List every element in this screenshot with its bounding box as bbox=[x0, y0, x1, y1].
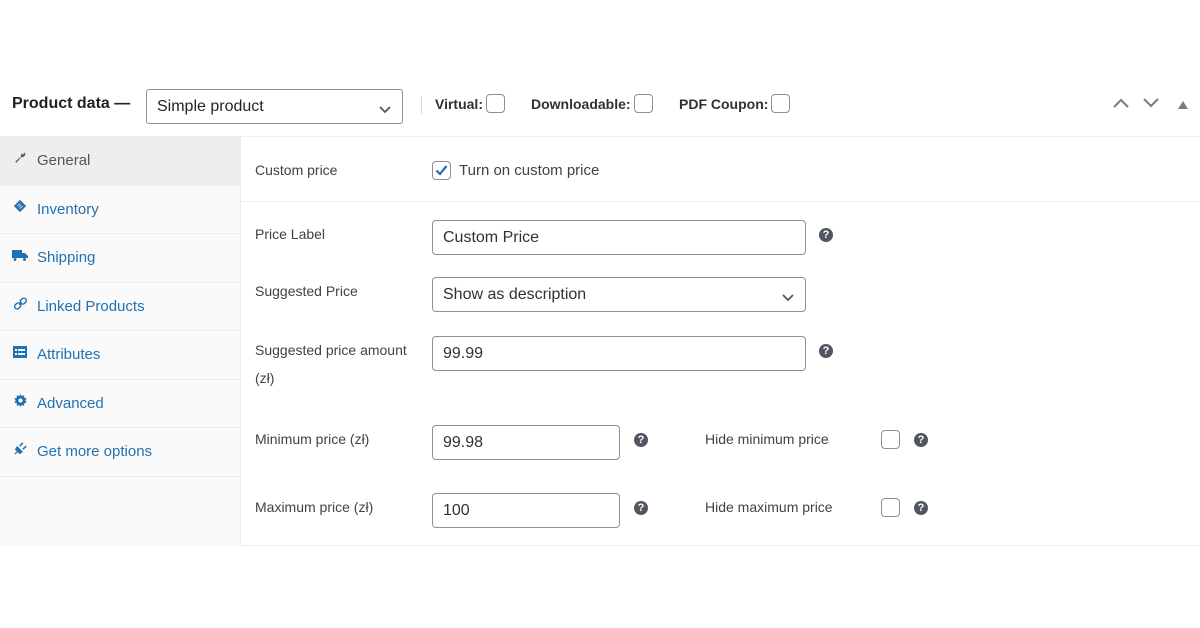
tab-label: General bbox=[37, 152, 91, 170]
panel-controls bbox=[1112, 96, 1188, 114]
truck-icon bbox=[12, 247, 28, 263]
hide-maximum-label: Hide maximum price bbox=[705, 499, 833, 515]
tab-general[interactable]: General bbox=[0, 137, 240, 186]
suggested-price-select[interactable]: Show as description bbox=[432, 277, 806, 312]
suggested-amount-label: Suggested price amount bbox=[255, 342, 407, 358]
custom-price-checkbox-label: Turn on custom price bbox=[459, 162, 600, 179]
tab-get-more-options[interactable]: Get more options bbox=[0, 428, 240, 477]
product-data-header: Product data — Simple product Virtual: D… bbox=[0, 88, 1200, 136]
tab-advanced[interactable]: Advanced bbox=[0, 380, 240, 428]
chevron-down-icon bbox=[378, 101, 392, 119]
virtual-option[interactable]: Virtual: bbox=[435, 94, 505, 113]
virtual-checkbox[interactable] bbox=[485, 94, 505, 113]
tab-attributes[interactable]: Attributes bbox=[0, 331, 240, 380]
suggested-price-value: Show as description bbox=[443, 286, 587, 303]
suggested-amount-input[interactable]: 99.99 bbox=[432, 336, 806, 371]
wrench-icon bbox=[12, 150, 28, 166]
suggested-price-label: Suggested Price bbox=[255, 283, 358, 299]
product-type-select[interactable]: Simple product bbox=[146, 89, 403, 124]
tab-label: Linked Products bbox=[37, 297, 145, 315]
help-icon[interactable]: ? bbox=[634, 433, 648, 447]
chevron-up-icon[interactable] bbox=[1112, 96, 1130, 114]
product-data-panel: General Inventory Shipping Linked Produc… bbox=[0, 136, 1200, 546]
hide-minimum-label: Hide minimum price bbox=[705, 431, 829, 447]
triangle-up-icon[interactable] bbox=[1178, 96, 1188, 114]
pdf-coupon-checkbox[interactable] bbox=[771, 94, 791, 113]
tab-label: Get more options bbox=[37, 443, 153, 461]
price-label-label: Price Label bbox=[255, 226, 326, 242]
chevron-down-icon[interactable] bbox=[1142, 96, 1160, 114]
link-icon bbox=[12, 295, 28, 311]
product-data-tabs: General Inventory Shipping Linked Produc… bbox=[0, 137, 241, 546]
list-icon bbox=[12, 344, 28, 360]
custom-price-checkbox[interactable] bbox=[432, 161, 451, 180]
tab-label: Attributes bbox=[37, 346, 101, 364]
pdf-coupon-option[interactable]: PDF Coupon: bbox=[679, 94, 791, 113]
help-icon[interactable]: ? bbox=[819, 344, 833, 358]
hide-minimum-checkbox[interactable] bbox=[881, 430, 900, 449]
downloadable-label: Downloadable: bbox=[531, 95, 631, 112]
gear-icon bbox=[12, 392, 28, 408]
product-type-value: Simple product bbox=[157, 98, 264, 115]
chevron-down-icon bbox=[781, 289, 795, 307]
minimum-price-input[interactable]: 99.98 bbox=[432, 425, 620, 460]
product-data-title: Product data — bbox=[12, 95, 131, 112]
tab-linked-products[interactable]: Linked Products bbox=[0, 283, 240, 331]
hide-maximum-checkbox[interactable] bbox=[881, 498, 900, 517]
custom-price-row: Custom price Turn on custom price bbox=[241, 137, 1200, 202]
maximum-price-input[interactable]: 100 bbox=[432, 493, 620, 528]
help-icon[interactable]: ? bbox=[819, 228, 833, 242]
help-icon[interactable]: ? bbox=[634, 501, 648, 515]
suggested-amount-currency: (zł) bbox=[255, 370, 275, 386]
maximum-price-label: Maximum price (zł) bbox=[255, 499, 374, 515]
divider bbox=[421, 96, 422, 114]
general-panel: Custom price Turn on custom price Price … bbox=[241, 137, 1200, 546]
virtual-label: Virtual: bbox=[435, 95, 483, 112]
tab-label: Advanced bbox=[37, 394, 104, 412]
tab-inventory[interactable]: Inventory bbox=[0, 186, 240, 234]
minimum-price-label: Minimum price (zł) bbox=[255, 431, 370, 447]
tag-icon bbox=[12, 198, 28, 214]
downloadable-option[interactable]: Downloadable: bbox=[531, 94, 653, 113]
help-icon[interactable]: ? bbox=[914, 433, 928, 447]
help-icon[interactable]: ? bbox=[914, 501, 928, 515]
tab-label: Shipping bbox=[37, 249, 96, 267]
tab-label: Inventory bbox=[37, 200, 99, 218]
plug-icon bbox=[12, 441, 28, 457]
pdf-coupon-label: PDF Coupon: bbox=[679, 95, 769, 112]
downloadable-checkbox[interactable] bbox=[633, 94, 653, 113]
tab-shipping[interactable]: Shipping bbox=[0, 234, 240, 283]
custom-price-label: Custom price bbox=[255, 162, 338, 178]
price-label-input[interactable]: Custom Price bbox=[432, 220, 806, 255]
